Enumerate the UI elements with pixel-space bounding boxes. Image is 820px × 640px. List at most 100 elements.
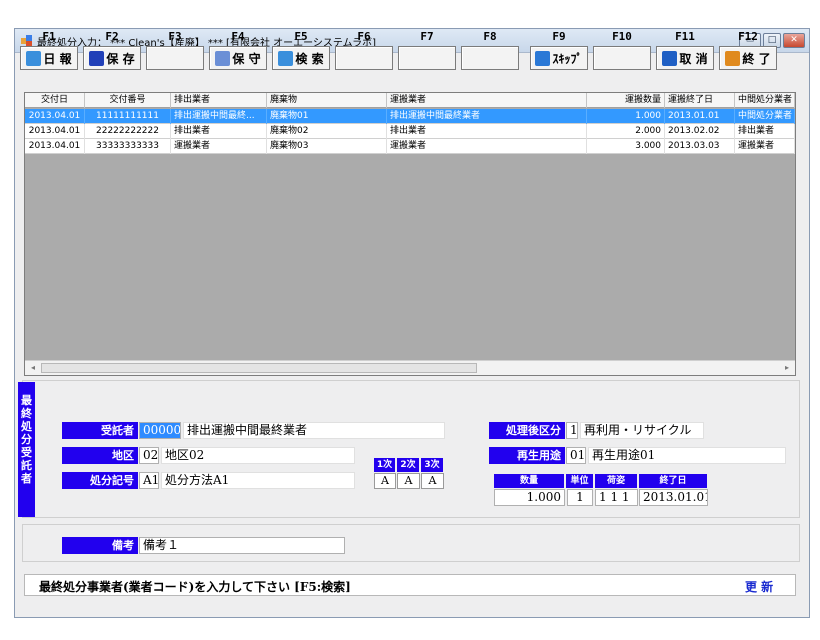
table-cell: 2013.01.01 — [665, 109, 735, 124]
horizontal-scrollbar[interactable]: ◂ ▸ — [25, 360, 795, 375]
qty-input[interactable]: 1.000 — [494, 489, 565, 506]
fkey-f3-button[interactable] — [146, 46, 204, 70]
fkey-button-label: 取 消 — [679, 51, 708, 66]
order-3-input[interactable]: A — [421, 473, 444, 489]
table-cell: 廃棄物03 — [267, 139, 387, 154]
fkey-f8: F8 — [461, 28, 519, 72]
records-grid[interactable]: 交付日 交付番号 排出業者 廃棄物 運搬業者 運搬数量 運搬終了日 中間処分業者 ◂ ▸ 20… — [24, 92, 796, 376]
status-bar: 最終処分事業者(業者コード)を入力して下さい [F5:検索] 更 新 — [24, 574, 796, 596]
fkey-label: F8 — [483, 30, 497, 43]
fkey-label: F12 — [738, 30, 758, 43]
fkey-label: F11 — [675, 30, 695, 43]
fkey-f10-button[interactable] — [593, 46, 651, 70]
grid-header: 交付日 交付番号 排出業者 廃棄物 運搬業者 運搬数量 運搬終了日 中間処分業者 — [25, 93, 795, 108]
trustee-code-input[interactable]: 000001 — [139, 422, 181, 439]
maintenance-icon — [215, 50, 231, 66]
district-label: 地区 — [62, 447, 138, 464]
pack-input[interactable]: 1 1 1 — [595, 489, 638, 506]
section-label-char: 受 — [21, 446, 32, 459]
column-header[interactable]: 運搬終了日 — [665, 93, 735, 108]
fkey-f12-button[interactable]: 終 了 — [719, 46, 777, 70]
order-2-input[interactable]: A — [397, 473, 420, 489]
fkey-f9: F9 ｽｷｯﾌﾟ — [530, 28, 588, 72]
table-cell: 運搬業者 — [387, 139, 587, 154]
fkey-f1-button[interactable]: 日 報 — [20, 46, 78, 70]
table-cell: 中間処分業者 — [735, 109, 795, 124]
fkey-label: F6 — [357, 30, 371, 43]
fkey-label: F9 — [552, 30, 566, 43]
fkey-button-label: ｽｷｯﾌﾟ — [552, 51, 583, 66]
fkey-f2-button[interactable]: 保 存 — [83, 46, 141, 70]
section-label: 最終処分受託者 — [18, 382, 35, 517]
order-header-1: 1次 — [374, 458, 395, 472]
fkey-f9-button[interactable]: ｽｷｯﾌﾟ — [530, 46, 588, 70]
fkey-f8-button[interactable] — [461, 46, 519, 70]
function-key-toolbar: F1 日 報 F2 保 存 F3 F4 保 守 F5 検 索 F6 F7 F8 F9 ｽｷｯﾌﾟ F10 F1… — [16, 28, 792, 74]
qty-header: 数量 — [494, 474, 564, 488]
table-row[interactable]: 2013.04.01 11111111111 排出運搬中間最終... 廃棄物01 排出運… — [25, 109, 795, 124]
column-header[interactable]: 運搬数量 — [587, 93, 665, 108]
column-header[interactable]: 運搬業者 — [387, 93, 587, 108]
table-cell: 2013.04.01 — [25, 109, 85, 124]
section-label-char: 者 — [21, 472, 32, 485]
table-cell: 排出運搬中間最終業者 — [387, 109, 587, 124]
skip-icon — [535, 50, 551, 66]
scrollbar-thumb[interactable] — [41, 363, 477, 373]
column-header[interactable]: 廃棄物 — [267, 93, 387, 108]
save-icon — [89, 50, 105, 66]
fkey-f4: F4 保 守 — [209, 28, 267, 72]
order-1-input[interactable]: A — [374, 473, 396, 489]
table-cell: 廃棄物01 — [267, 109, 387, 124]
scroll-left-icon[interactable]: ◂ — [27, 362, 39, 374]
fkey-label: F10 — [612, 30, 632, 43]
fkey-label: F5 — [294, 30, 308, 43]
unit-header: 単位 — [566, 474, 593, 488]
method-label: 処分記号 — [62, 472, 138, 489]
exit-icon — [725, 50, 741, 66]
search-icon — [278, 50, 294, 66]
column-header[interactable]: 排出業者 — [171, 93, 267, 108]
fkey-f10: F10 — [593, 28, 651, 72]
table-cell: 11111111111 — [85, 109, 171, 124]
fkey-f3: F3 — [146, 28, 204, 72]
column-header[interactable]: 交付日 — [25, 93, 85, 108]
trustee-label: 受託者 — [62, 422, 138, 439]
table-row[interactable]: 2013.04.01 33333333333 運搬業者 廃棄物03 運搬業者 3.000 2… — [25, 139, 795, 154]
unit-input[interactable]: 1 — [567, 489, 593, 506]
fkey-f11-button[interactable]: 取 消 — [656, 46, 714, 70]
column-header[interactable]: 交付番号 — [85, 93, 171, 108]
remarks-input[interactable]: 備考１ — [139, 537, 345, 554]
fkey-f6-button[interactable] — [335, 46, 393, 70]
table-cell: 排出運搬中間最終... — [171, 109, 267, 124]
end-date-input[interactable]: 2013.01.01 — [639, 489, 708, 506]
district-name-field: 地区02 — [161, 447, 355, 464]
table-cell: 3.000 — [587, 139, 665, 154]
fkey-f1: F1 日 報 — [20, 28, 78, 72]
after-treatment-code-input[interactable]: 1 — [566, 422, 578, 439]
fkey-f4-button[interactable]: 保 守 — [209, 46, 267, 70]
district-code-input[interactable]: 02 — [139, 447, 159, 464]
fkey-button-label: 終 了 — [742, 51, 771, 66]
table-cell: 運搬業者 — [735, 139, 795, 154]
fkey-button-label: 保 守 — [232, 51, 261, 66]
status-message: 最終処分事業者(業者コード)を入力して下さい [F5:検索] — [39, 580, 351, 594]
method-code-input[interactable]: A1 — [139, 472, 159, 489]
fkey-f5: F5 検 索 — [272, 28, 330, 72]
section-label-char: 託 — [21, 459, 32, 472]
update-button[interactable]: 更 新 — [745, 578, 773, 595]
fkey-f7-button[interactable] — [398, 46, 456, 70]
fkey-button-label: 検 索 — [295, 51, 324, 66]
method-name-field: 処分方法A1 — [161, 472, 355, 489]
report-icon — [26, 50, 42, 66]
fkey-f5-button[interactable]: 検 索 — [272, 46, 330, 70]
fkey-label: F2 — [105, 30, 119, 43]
end-date-header: 終了日 — [639, 474, 707, 488]
table-row[interactable]: 2013.04.01 22222222222 排出業者 廃棄物02 排出業者 2.000 2… — [25, 124, 795, 139]
fkey-label: F3 — [168, 30, 182, 43]
column-header[interactable]: 中間処分業者 — [735, 93, 795, 108]
scroll-right-icon[interactable]: ▸ — [781, 362, 793, 374]
reuse-code-input[interactable]: 01 — [566, 447, 586, 464]
table-cell: 33333333333 — [85, 139, 171, 154]
fkey-button-label: 日 報 — [43, 51, 72, 66]
section-label-char: 最 — [21, 394, 32, 407]
